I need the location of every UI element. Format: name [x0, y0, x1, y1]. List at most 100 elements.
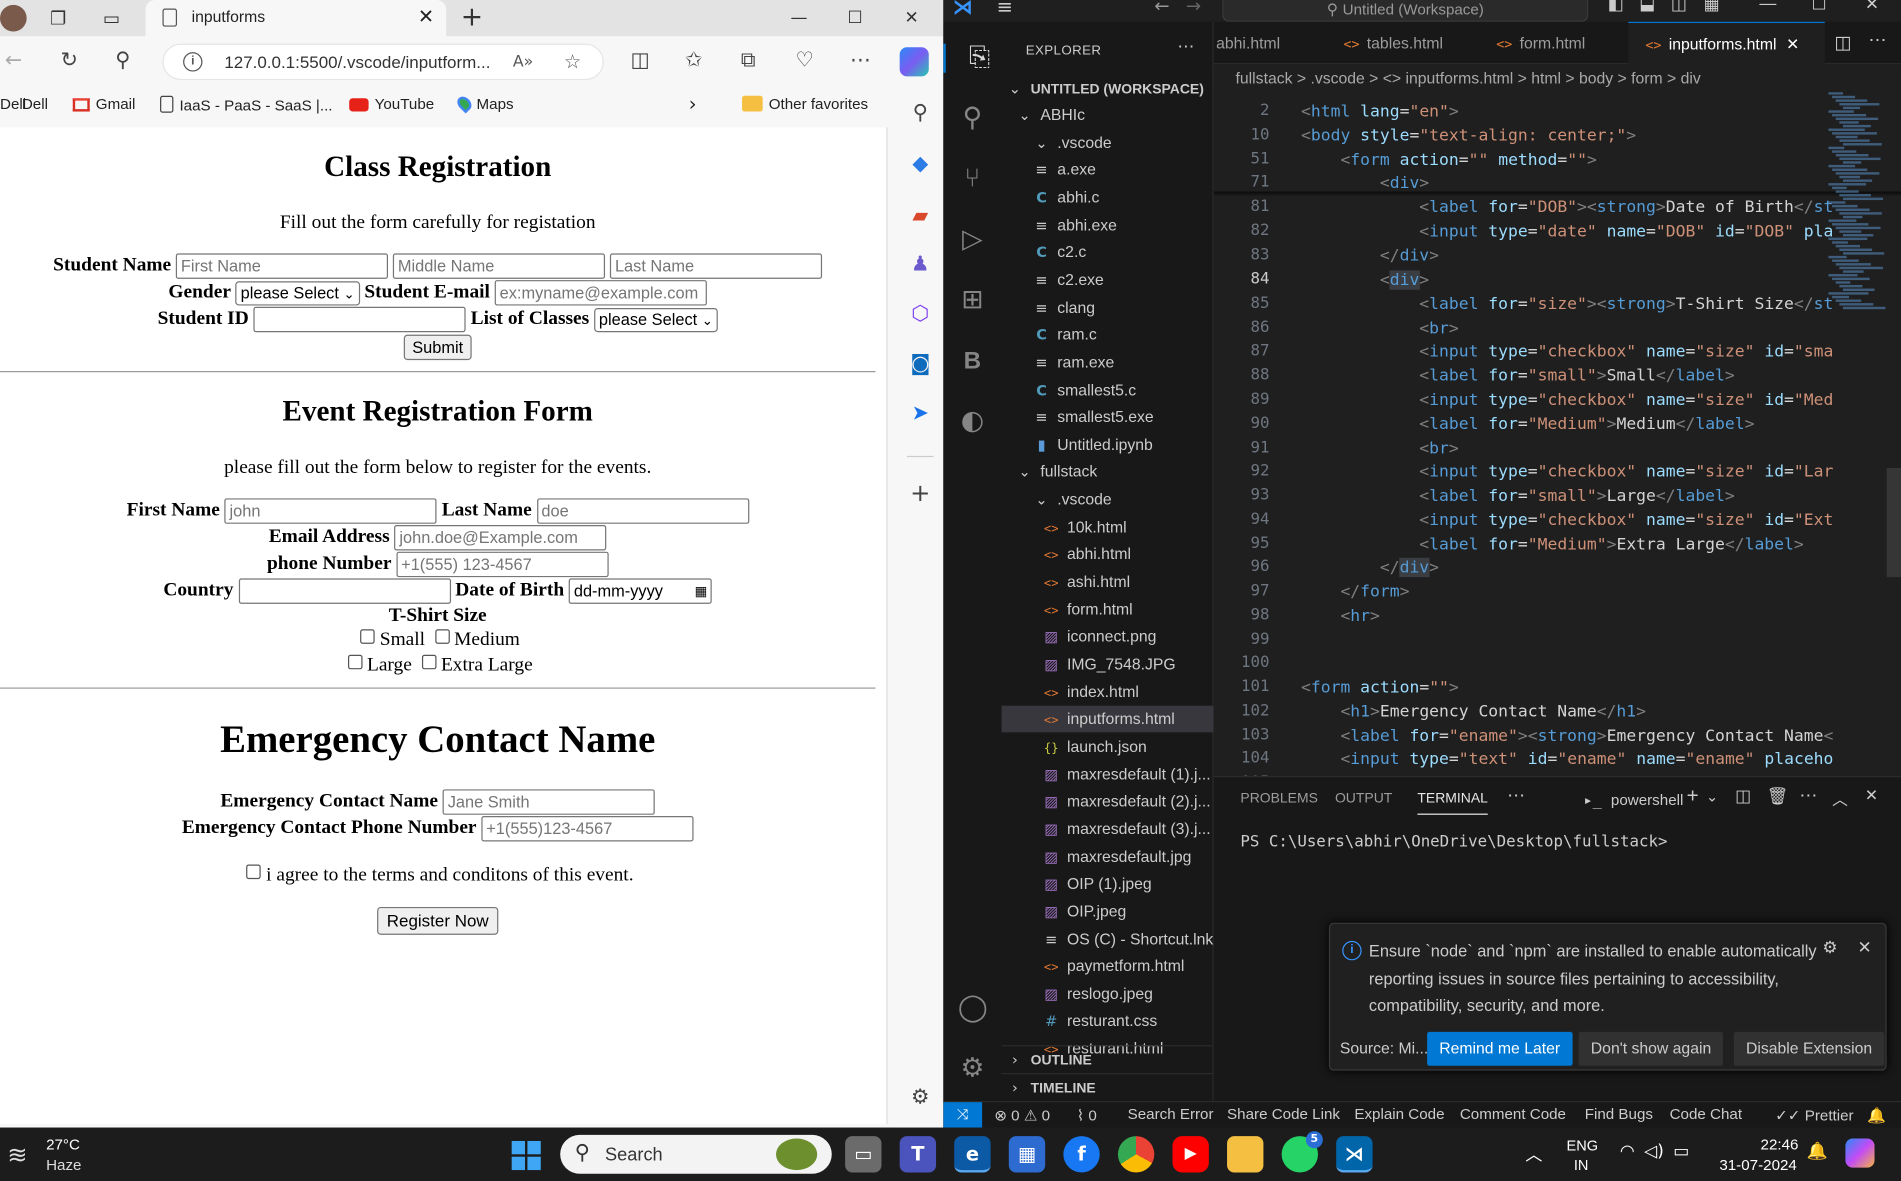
workspace-header[interactable]: ⌄ UNTITLED (WORKSPACE): [1002, 75, 1214, 102]
add-sidebar-icon[interactable]: +: [907, 479, 934, 506]
size-large-checkbox[interactable]: [347, 654, 363, 670]
language-code[interactable]: ENG: [1567, 1137, 1599, 1154]
status-search-error[interactable]: Search Error: [1128, 1102, 1214, 1127]
chrome-icon[interactable]: [1117, 1136, 1155, 1173]
nav-forward-icon[interactable]: →: [1186, 0, 1201, 17]
event-phone-input[interactable]: +1(555) 123-4567: [396, 551, 609, 578]
explorer-more-icon[interactable]: ⋯: [1177, 36, 1194, 57]
favorites-icon[interactable]: ✩: [685, 47, 702, 74]
maximize-panel-icon[interactable]: ︿: [1832, 787, 1848, 810]
split-screen-icon[interactable]: ◫: [631, 47, 650, 74]
disable-extension-button[interactable]: Disable Extension: [1733, 1031, 1885, 1066]
ports-status[interactable]: ⌇ 0: [1077, 1102, 1097, 1127]
file-tree-item[interactable]: Cabhi.c: [1002, 184, 1214, 211]
whatsapp-icon[interactable]: 5: [1281, 1131, 1323, 1173]
haze-weather-icon[interactable]: ≋: [7, 1140, 27, 1169]
file-tree-item[interactable]: ≡ smallest5.exe: [1002, 404, 1214, 431]
tray-overflow-icon[interactable]: ︿: [1525, 1142, 1542, 1166]
close-panel-icon[interactable]: ✕: [1865, 787, 1878, 805]
file-tree-item[interactable]: ▨ OIP (1).jpeg: [1002, 871, 1214, 898]
file-tree-item[interactable]: {} launch.json: [1002, 733, 1214, 760]
tab-inputforms[interactable]: inputforms ✕: [145, 0, 447, 37]
terminal-tab[interactable]: TERMINAL: [1417, 792, 1488, 815]
fav-youtube[interactable]: YouTube: [349, 96, 434, 113]
favorite-star-icon[interactable]: ☆: [564, 50, 581, 73]
source-control-icon[interactable]: ⑂: [958, 164, 987, 194]
file-tree-item[interactable]: ≡ OS (C) - Shortcut.lnk: [1002, 926, 1214, 953]
file-tree-item[interactable]: ▮ Untitled.ipynb: [1002, 431, 1214, 458]
drop-icon[interactable]: ➤: [907, 400, 934, 427]
toggle-sidebar-icon[interactable]: ◧: [1608, 0, 1624, 15]
file-tree-item[interactable]: <> form.html: [1002, 596, 1214, 623]
chevron-right-icon[interactable]: ›: [689, 92, 697, 115]
classes-select[interactable]: please Select ⌄: [594, 307, 718, 332]
teams-icon[interactable]: T: [899, 1136, 937, 1173]
vscode-taskbar-icon[interactable]: ⋊: [1336, 1136, 1373, 1173]
edge-taskbar-icon[interactable]: e: [954, 1136, 991, 1173]
remind-later-button[interactable]: Remind me Later: [1427, 1031, 1573, 1066]
last-name-input[interactable]: Last Name: [610, 253, 823, 279]
split-terminal-icon[interactable]: ◫: [1735, 787, 1751, 806]
shopping-tag-icon[interactable]: ◆: [907, 150, 934, 177]
file-tree-item[interactable]: <> ashi.html: [1002, 569, 1214, 596]
status-explain-code[interactable]: Explain Code: [1354, 1102, 1444, 1127]
fav-gmail[interactable]: Gmail: [72, 96, 135, 113]
file-tree-item[interactable]: ≡ c2.exe: [1002, 267, 1214, 294]
customize-layout-icon[interactable]: ▦: [1704, 0, 1720, 15]
fav-other-favorites[interactable]: Other favorites: [742, 95, 868, 113]
nav-back-icon[interactable]: ←: [1154, 0, 1169, 17]
panel-more-icon[interactable]: ⋯: [1507, 784, 1525, 807]
terminal-more-icon[interactable]: ⋯: [1799, 784, 1817, 807]
chevron-down-icon[interactable]: ⌄: [1706, 788, 1718, 805]
browser-essentials-icon[interactable]: ♡: [795, 47, 813, 74]
more-options-icon[interactable]: ⋯: [850, 47, 871, 74]
fav-maps[interactable]: Maps: [454, 93, 514, 114]
fav-saas[interactable]: IaaS - PaaS - SaaS |...: [160, 95, 333, 114]
file-explorer-icon[interactable]: [1227, 1136, 1264, 1173]
collections-icon[interactable]: ⧉: [741, 47, 756, 74]
output-tab[interactable]: OUTPUT: [1335, 792, 1392, 807]
tab-abhi-html[interactable]: abhi.html: [1214, 22, 1332, 64]
outlook-icon[interactable]: ◙: [907, 350, 934, 377]
battery-icon[interactable]: ▭: [1673, 1142, 1689, 1161]
gender-select[interactable]: please Select ⌄: [235, 280, 360, 305]
weather-temp[interactable]: 27°C: [46, 1136, 80, 1153]
search-icon[interactable]: ⚲: [958, 104, 987, 133]
calendar-icon[interactable]: ▦: [695, 581, 708, 602]
facebook-icon[interactable]: f: [1063, 1136, 1100, 1173]
tab-tables-html[interactable]: <> tables.html: [1331, 22, 1477, 64]
maximize-icon[interactable]: ☐: [1811, 0, 1826, 15]
taskbar-search[interactable]: ⚲ Search: [560, 1134, 832, 1174]
close-icon[interactable]: ✕: [1865, 0, 1879, 15]
notification-close-icon[interactable]: ✕: [1858, 938, 1872, 957]
file-tree-item[interactable]: <> index.html: [1002, 679, 1214, 706]
volume-icon[interactable]: ◁): [1644, 1142, 1664, 1161]
tab-close-icon[interactable]: ✕: [418, 5, 434, 28]
timeline-section[interactable]: › TIMELINE: [1001, 1073, 1214, 1100]
event-email-input[interactable]: john.doe@Example.com: [394, 525, 607, 551]
event-last-name-input[interactable]: doe: [536, 498, 749, 524]
file-tree-item[interactable]: ≡ a.exe: [1002, 157, 1214, 184]
store-icon[interactable]: ▦: [1008, 1136, 1046, 1173]
split-editor-icon[interactable]: ◫: [1835, 32, 1852, 54]
size-medium-checkbox[interactable]: [434, 629, 450, 644]
status-prettier[interactable]: ✓✓ Prettier: [1775, 1102, 1853, 1127]
middle-name-input[interactable]: Middle Name: [393, 253, 606, 279]
status-comment-code[interactable]: Comment Code: [1460, 1102, 1566, 1127]
file-tree-item[interactable]: ⌄ fullstack: [1002, 459, 1214, 486]
file-tree-item[interactable]: <> inputforms.html: [1001, 706, 1214, 733]
games-icon[interactable]: ♟: [907, 251, 934, 278]
file-tree-item[interactable]: ▨ maxresdefault (3).j...: [1002, 816, 1214, 843]
file-tree-item[interactable]: ▨ OIP.jpeg: [1002, 898, 1214, 925]
file-tree-item[interactable]: <> abhi.html: [1002, 541, 1214, 568]
submit-button[interactable]: Submit: [403, 334, 472, 361]
minimize-icon[interactable]: —: [791, 0, 808, 36]
size-small-checkbox[interactable]: [360, 629, 375, 644]
manage-gear-icon[interactable]: ⚙: [958, 1054, 987, 1084]
sidebar-search-icon[interactable]: ⚲: [907, 99, 934, 126]
file-tree-item[interactable]: Cram.c: [1002, 322, 1214, 349]
remote-icon[interactable]: ⤨: [943, 1102, 983, 1128]
fav-dell-text[interactable]: Dell: [22, 96, 48, 113]
editor-scrollbar[interactable]: [1886, 468, 1901, 578]
dob-input[interactable]: dd-mm-yyyy ▦: [568, 578, 713, 604]
